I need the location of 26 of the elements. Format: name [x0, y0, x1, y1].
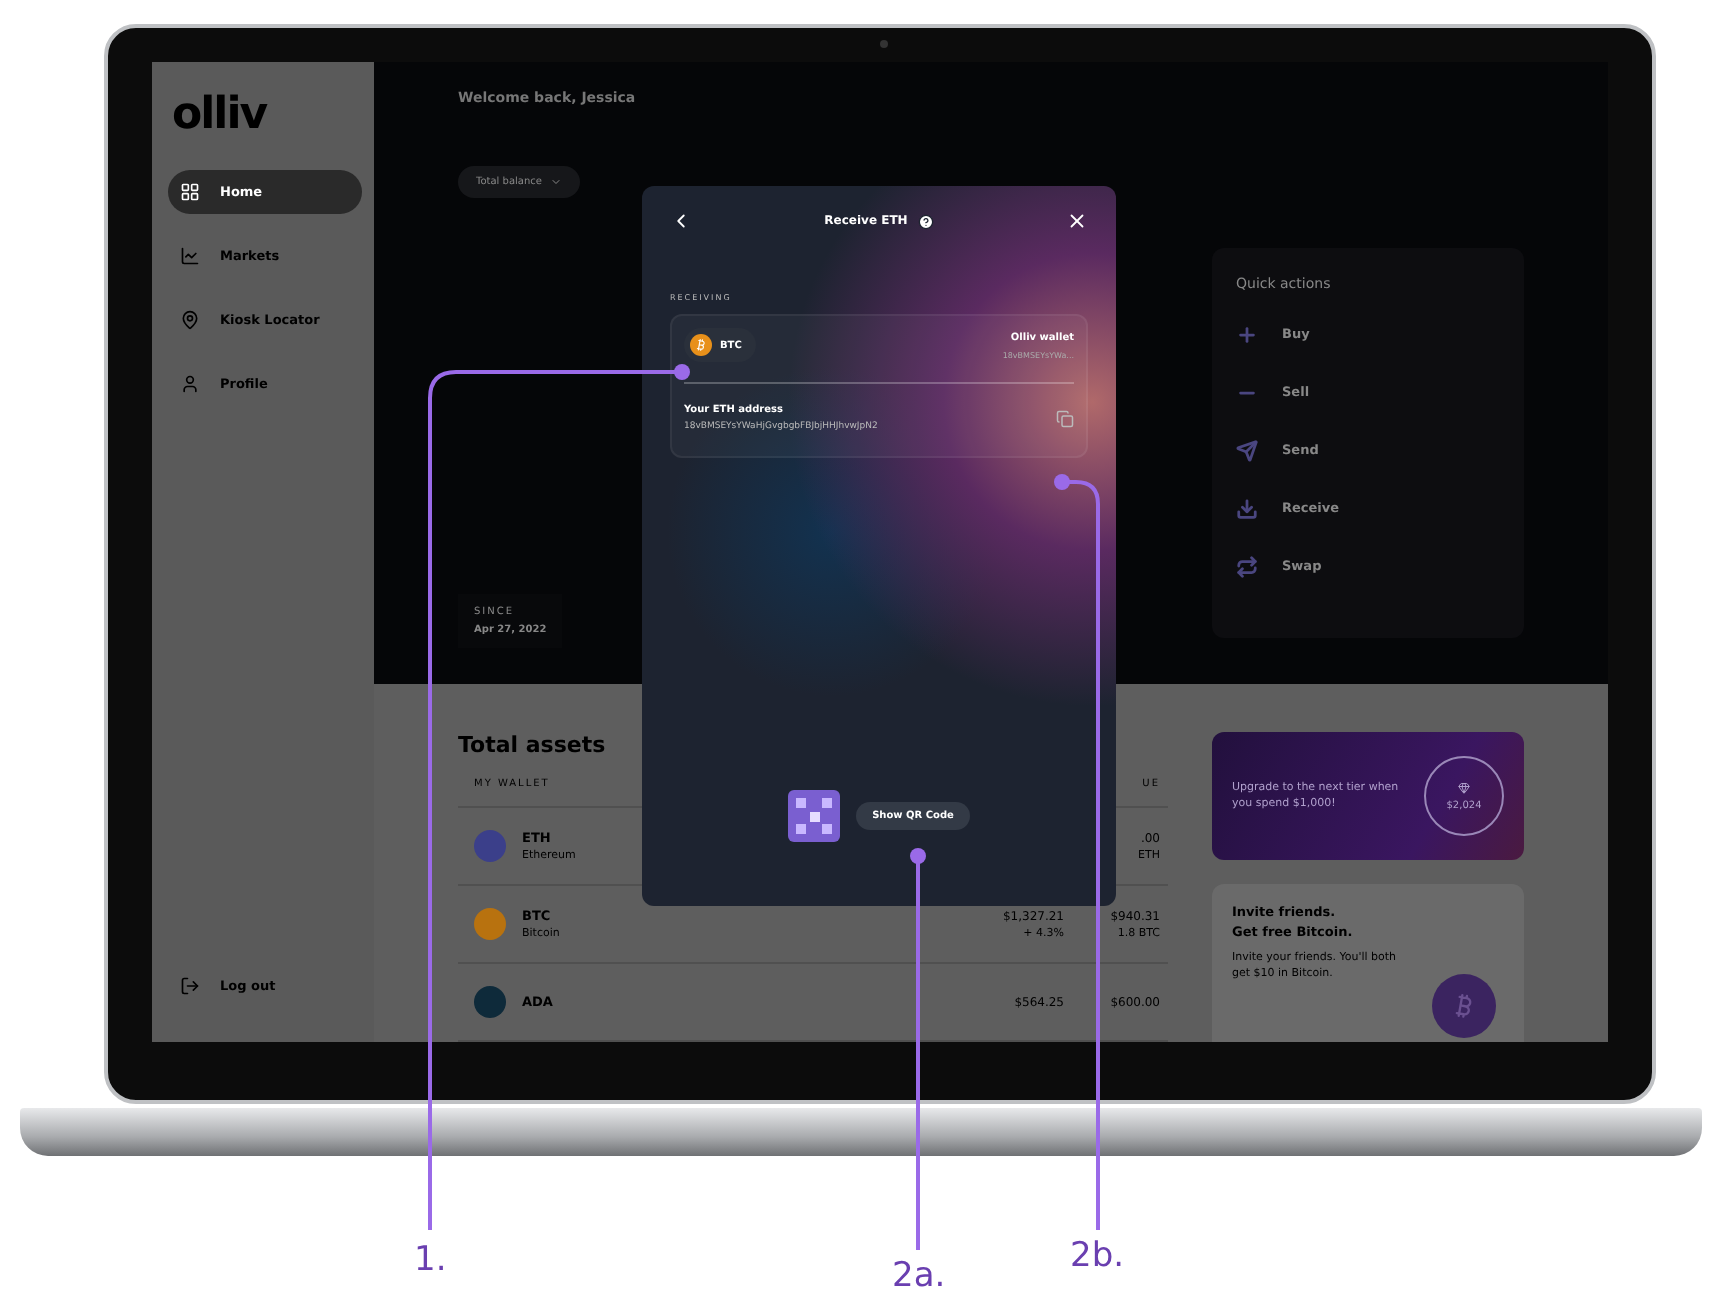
section-title: Total assets: [458, 732, 608, 758]
qr-tile-icon: [788, 790, 841, 842]
copy-icon[interactable]: [1056, 409, 1074, 427]
help-icon[interactable]: [917, 213, 934, 229]
user-icon: [180, 374, 200, 394]
grid-icon: [180, 182, 200, 202]
callout-label: 1.: [414, 1240, 447, 1280]
chevron-down-icon: [549, 176, 562, 188]
logo: olliv: [170, 90, 270, 144]
send-icon: [1236, 439, 1258, 461]
logout-icon: [180, 976, 200, 996]
chart-icon: [180, 246, 200, 266]
callout-dot: [1054, 474, 1070, 490]
receive-icon: [1236, 497, 1258, 519]
gem-icon: [1458, 781, 1470, 793]
swap-icon: [1236, 555, 1258, 577]
pin-icon: [180, 310, 200, 330]
bitcoin-coin-icon: [1432, 974, 1496, 1038]
plus-icon: [1236, 323, 1258, 345]
callout-dot: [910, 848, 926, 864]
callout-label: 2b.: [1070, 1236, 1125, 1276]
callout-label: 2a.: [892, 1256, 946, 1296]
bitcoin-icon: [690, 334, 712, 356]
camera-dot: [880, 40, 888, 48]
close-icon[interactable]: [1066, 210, 1088, 232]
callout-dot: [674, 364, 690, 380]
